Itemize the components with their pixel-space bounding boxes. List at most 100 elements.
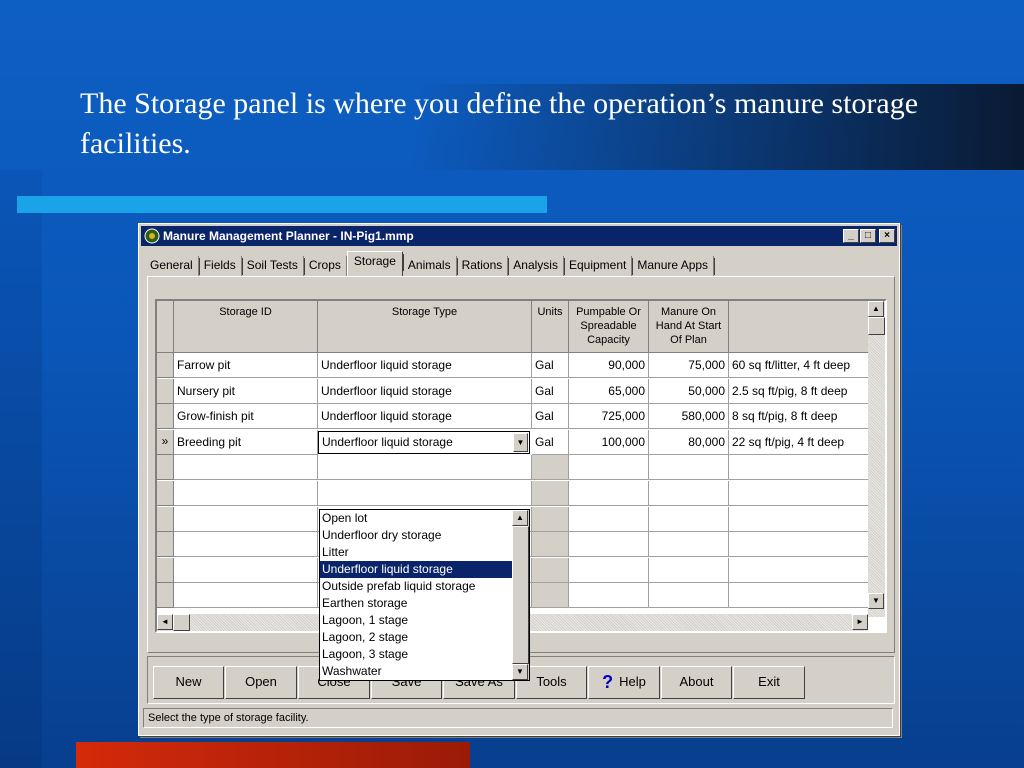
minimize-button[interactable]: _ — [843, 229, 859, 243]
cell-units[interactable] — [532, 455, 569, 480]
cell-on-hand[interactable] — [649, 583, 729, 608]
window-titlebar[interactable]: Manure Management Planner - IN-Pig1.mmp … — [141, 226, 897, 246]
cell-storage-id[interactable] — [174, 455, 318, 480]
tab-analysis[interactable]: Analysis — [508, 256, 565, 276]
open-button[interactable]: Open — [225, 666, 297, 699]
cell-description[interactable]: 8 sq ft/pig, 8 ft deep — [729, 404, 869, 429]
cell-units[interactable] — [532, 532, 569, 557]
help-button[interactable]: ? Help — [588, 666, 660, 699]
row-selector[interactable] — [157, 379, 174, 404]
dropdown-option[interactable]: Lagoon, 3 stage — [320, 646, 529, 663]
tab-animals[interactable]: Animals — [403, 256, 458, 276]
cell-units[interactable] — [532, 558, 569, 583]
header-units[interactable]: Units — [532, 301, 569, 353]
storage-type-dropdown[interactable]: Open lot Underfloor dry storage Litter Unde… — [319, 509, 530, 681]
tab-general[interactable]: General — [145, 256, 200, 276]
header-description[interactable] — [729, 301, 869, 353]
cell-description[interactable] — [729, 532, 869, 557]
tab-storage[interactable]: Storage — [346, 251, 404, 276]
cell-storage-id[interactable] — [174, 507, 318, 532]
grid-vertical-scrollbar[interactable]: ▲ ▼ — [868, 301, 885, 617]
header-storage-type[interactable]: Storage Type — [318, 301, 532, 353]
header-storage-id[interactable]: Storage ID — [174, 301, 318, 353]
scroll-up-icon[interactable]: ▲ — [868, 301, 884, 317]
dropdown-scroll-thumb[interactable] — [512, 526, 529, 664]
cell-storage-id[interactable]: Grow-finish pit — [174, 404, 318, 429]
cell-description[interactable] — [729, 558, 869, 583]
maximize-button[interactable]: □ — [860, 229, 876, 243]
scroll-left-icon[interactable]: ◄ — [157, 614, 173, 630]
cell-capacity[interactable] — [569, 455, 649, 480]
close-window-button[interactable]: × — [879, 229, 895, 243]
cell-storage-id[interactable] — [174, 558, 318, 583]
dropdown-option[interactable]: Underfloor dry storage — [320, 527, 529, 544]
cell-units[interactable]: Gal — [532, 404, 569, 429]
cell-on-hand[interactable]: 80,000 — [649, 430, 729, 455]
tab-fields[interactable]: Fields — [199, 256, 243, 276]
dropdown-scrollbar[interactable]: ▲ ▼ — [512, 510, 529, 680]
row-selector[interactable] — [157, 558, 174, 583]
dropdown-option[interactable]: Earthen storage — [320, 595, 529, 612]
cell-storage-id[interactable] — [174, 583, 318, 608]
cell-capacity[interactable]: 90,000 — [569, 353, 649, 378]
cell-units[interactable]: Gal — [532, 353, 569, 378]
cell-storage-type[interactable] — [318, 455, 532, 480]
about-button[interactable]: About — [661, 666, 732, 699]
row-selector[interactable] — [157, 455, 174, 480]
cell-description[interactable] — [729, 455, 869, 480]
cell-units[interactable] — [532, 481, 569, 506]
scroll-right-icon[interactable]: ► — [852, 614, 868, 630]
cell-units[interactable] — [532, 507, 569, 532]
cell-capacity[interactable] — [569, 532, 649, 557]
cell-storage-type[interactable]: Underfloor liquid storage — [318, 379, 532, 404]
cell-capacity[interactable] — [569, 558, 649, 583]
cell-storage-type[interactable]: Underfloor liquid storage — [318, 404, 532, 429]
row-selector[interactable] — [157, 353, 174, 378]
cell-storage-id[interactable]: Farrow pit — [174, 353, 318, 378]
cell-storage-type[interactable] — [318, 481, 532, 506]
cell-on-hand[interactable]: 75,000 — [649, 353, 729, 378]
dropdown-option[interactable]: Underfloor liquid storage — [320, 561, 512, 578]
cell-storage-id[interactable] — [174, 481, 318, 506]
cell-capacity[interactable] — [569, 507, 649, 532]
scroll-thumb[interactable] — [868, 317, 885, 335]
cell-units[interactable]: Gal — [532, 379, 569, 404]
tab-crops[interactable]: Crops — [304, 256, 348, 276]
scroll-h-thumb[interactable] — [173, 614, 190, 631]
dropdown-scroll-down-icon[interactable]: ▼ — [512, 664, 528, 680]
cell-storage-type[interactable]: Underfloor liquid storage — [318, 353, 532, 378]
cell-capacity[interactable]: 65,000 — [569, 379, 649, 404]
exit-button[interactable]: Exit — [733, 666, 805, 699]
cell-on-hand[interactable] — [649, 532, 729, 557]
dropdown-option[interactable]: Open lot — [320, 510, 529, 527]
cell-description[interactable]: 60 sq ft/litter, 4 ft deep — [729, 353, 869, 378]
cell-on-hand[interactable]: 50,000 — [649, 379, 729, 404]
tab-manure-apps[interactable]: Manure Apps — [632, 256, 715, 276]
cell-capacity[interactable] — [569, 583, 649, 608]
scroll-down-icon[interactable]: ▼ — [868, 593, 884, 609]
cell-on-hand[interactable] — [649, 481, 729, 506]
tab-rations[interactable]: Rations — [457, 256, 509, 276]
new-button[interactable]: New — [153, 666, 224, 699]
cell-units[interactable]: Gal — [532, 430, 569, 455]
dropdown-option[interactable]: Outside prefab liquid storage — [320, 578, 529, 595]
cell-description[interactable] — [729, 583, 869, 608]
row-selector[interactable] — [157, 404, 174, 429]
header-on-hand[interactable]: Manure On Hand At Start Of Plan — [649, 301, 729, 353]
dropdown-option[interactable]: Washwater — [320, 663, 529, 680]
tab-soil-tests[interactable]: Soil Tests — [242, 256, 306, 276]
row-selector[interactable] — [157, 532, 174, 557]
row-selector[interactable] — [157, 507, 174, 532]
header-capacity[interactable]: Pumpable Or Spreadable Capacity — [569, 301, 649, 353]
cell-on-hand[interactable]: 580,000 — [649, 404, 729, 429]
cell-description[interactable]: 22 sq ft/pig, 4 ft deep — [729, 430, 869, 455]
dropdown-option[interactable]: Litter — [320, 544, 529, 561]
dropdown-option[interactable]: Lagoon, 1 stage — [320, 612, 529, 629]
row-selector[interactable] — [157, 583, 174, 608]
row-selector[interactable]: » — [157, 430, 174, 455]
cell-storage-id[interactable] — [174, 532, 318, 557]
dropdown-option[interactable]: Lagoon, 2 stage — [320, 629, 529, 646]
cell-description[interactable]: 2.5 sq ft/pig, 8 ft deep — [729, 379, 869, 404]
dropdown-scroll-up-icon[interactable]: ▲ — [512, 510, 528, 526]
cell-on-hand[interactable] — [649, 558, 729, 583]
